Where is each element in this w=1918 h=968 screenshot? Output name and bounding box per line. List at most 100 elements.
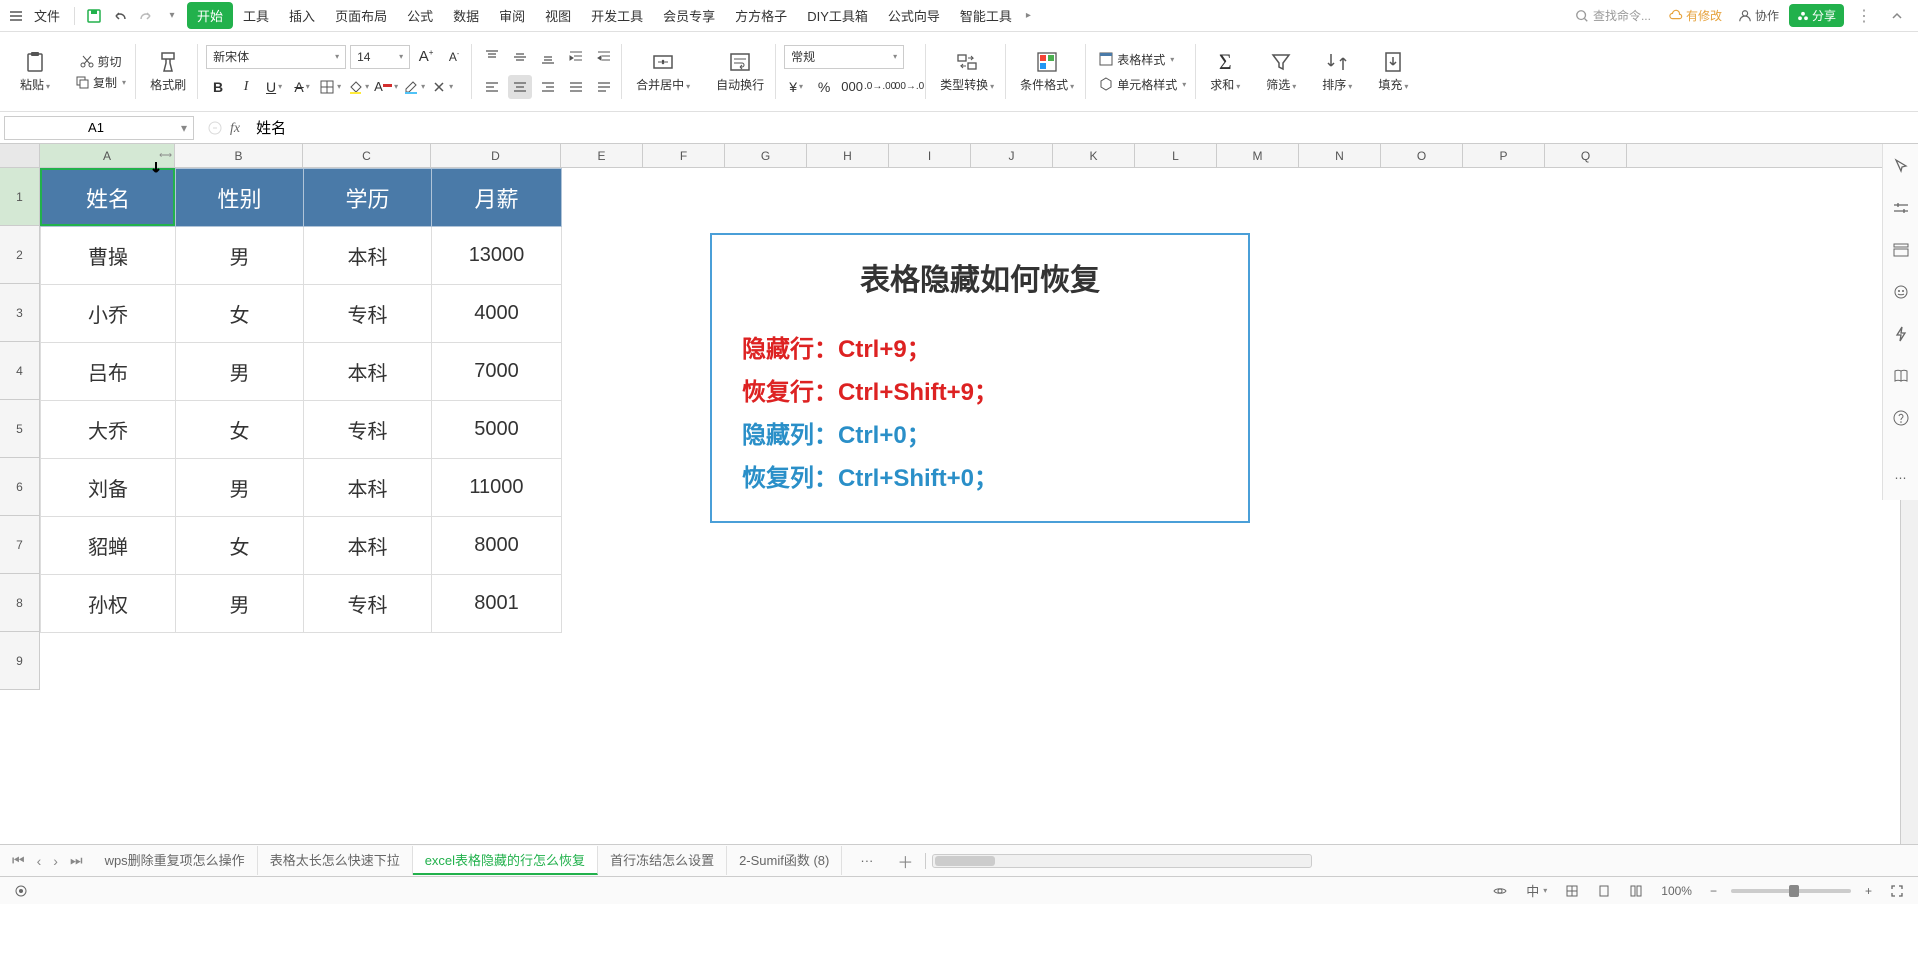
filter-button[interactable]: 筛选▾ [1260,48,1302,95]
book-icon[interactable] [1889,364,1913,388]
name-box-dropdown-icon[interactable]: ▾ [181,121,187,135]
table-cell[interactable]: 4000 [432,285,562,343]
number-format-select[interactable]: 常规▾ [784,45,904,69]
eye-mode-icon[interactable] [1488,883,1512,899]
table-cell[interactable]: 本科 [304,343,432,401]
sheet-last-icon[interactable]: ⏭ [66,850,87,871]
table-header[interactable]: 性别 [176,169,304,227]
zoom-value[interactable]: 100% [1657,884,1696,898]
sheet-tab-1[interactable]: 表格太长怎么快速下拉 [258,846,413,875]
menu-tab-13[interactable]: 智能工具 [950,2,1022,29]
table-cell[interactable]: 男 [176,227,304,285]
align-bottom-icon[interactable] [536,45,560,69]
increase-font-icon[interactable]: A+ [414,45,438,69]
zoom-in-icon[interactable]: + [1861,884,1876,898]
menu-tab-7[interactable]: 视图 [535,2,581,29]
fill-button[interactable]: 填充▾ [1372,48,1414,95]
formula-input[interactable] [248,119,1912,136]
column-header-F[interactable]: F [643,144,725,167]
redo-icon[interactable] [135,5,157,27]
sort-button[interactable]: 排序▾ [1316,48,1358,95]
column-header-A[interactable]: A⟷ [40,144,175,167]
percent-icon[interactable]: % [812,75,836,99]
record-macro-icon[interactable] [10,884,32,898]
zoom-mode-icon[interactable]: 中▾ [1522,881,1551,900]
table-cell[interactable]: 本科 [304,459,432,517]
highlight-icon[interactable]: ▾ [402,75,426,99]
table-cell[interactable]: 曹操 [41,227,176,285]
bold-icon[interactable]: B [206,75,230,99]
underline-icon[interactable]: U▾ [262,75,286,99]
column-header-O[interactable]: O [1381,144,1463,167]
column-header-K[interactable]: K [1053,144,1135,167]
align-top-icon[interactable] [480,45,504,69]
layers-icon[interactable] [1889,238,1913,262]
type-convert-button[interactable]: 类型转换▾ [934,48,1000,95]
lightning-icon[interactable] [1889,322,1913,346]
copy-button[interactable]: 复制▾ [70,72,130,93]
sheet-tab-0[interactable]: wps删除重复项怎么操作 [93,846,258,875]
currency-icon[interactable]: ¥▾ [784,75,808,99]
column-header-L[interactable]: L [1135,144,1217,167]
decrease-font-icon[interactable]: A- [442,45,466,69]
sheet-tab-4[interactable]: 2-Sumif函数 (8) [727,846,842,875]
table-cell[interactable]: 5000 [432,401,562,459]
merge-center-button[interactable]: 合并居中▾ [630,48,696,95]
row-header-3[interactable]: 3 [0,284,39,342]
table-cell[interactable]: 11000 [432,459,562,517]
row-header-6[interactable]: 6 [0,458,39,516]
fill-color-icon[interactable]: ▾ [346,75,370,99]
menu-tab-11[interactable]: DIY工具箱 [797,2,878,29]
view-normal-icon[interactable] [1561,884,1583,898]
table-cell[interactable]: 13000 [432,227,562,285]
sum-button[interactable]: Σ 求和▾ [1204,48,1246,95]
sheet-tab-3[interactable]: 首行冻结怎么设置 [598,846,727,875]
conditional-format-button[interactable]: 条件格式▾ [1014,48,1080,95]
decrease-indent-icon[interactable] [564,45,588,69]
collapse-ribbon-icon[interactable] [1884,9,1910,23]
name-box[interactable]: ▾ [4,116,194,140]
column-header-D[interactable]: D [431,144,561,167]
column-header-B[interactable]: B [175,144,303,167]
row-header-4[interactable]: 4 [0,342,39,400]
column-header-G[interactable]: G [725,144,807,167]
table-cell[interactable]: 吕布 [41,343,176,401]
view-page-icon[interactable] [1593,884,1615,898]
menu-tab-8[interactable]: 开发工具 [581,2,653,29]
view-pagebreak-icon[interactable] [1625,884,1647,898]
column-header-C[interactable]: C [303,144,431,167]
fullscreen-icon[interactable] [1886,884,1908,898]
sheet-next-icon[interactable]: › [49,851,62,871]
table-cell[interactable]: 8001 [432,575,562,633]
menu-tab-2[interactable]: 插入 [279,2,325,29]
name-box-input[interactable] [11,120,181,135]
table-cell[interactable]: 貂蝉 [41,517,176,575]
clear-format-icon[interactable]: ▾ [430,75,454,99]
table-cell[interactable]: 女 [176,401,304,459]
increase-decimal-icon[interactable]: .0→.00 [868,75,892,99]
menu-tab-5[interactable]: 数据 [443,2,489,29]
table-cell[interactable]: 孙权 [41,575,176,633]
menu-tab-1[interactable]: 工具 [233,2,279,29]
row-header-1[interactable]: 1 [0,168,39,226]
table-cell[interactable]: 本科 [304,517,432,575]
hamburger-icon[interactable] [8,8,24,24]
menu-tab-9[interactable]: 会员专享 [653,2,725,29]
table-cell[interactable]: 女 [176,285,304,343]
menu-tab-4[interactable]: 公式 [397,2,443,29]
table-header[interactable]: 学历 [304,169,432,227]
column-expand-icon[interactable]: ⟷ [159,150,172,161]
strikethrough-icon[interactable]: A▾ [290,75,314,99]
fx-icon[interactable]: fx [230,119,240,137]
italic-icon[interactable]: I [234,75,258,99]
collaboration-button[interactable]: 协作 [1732,5,1785,26]
column-header-I[interactable]: I [889,144,971,167]
column-header-M[interactable]: M [1217,144,1299,167]
table-cell[interactable]: 专科 [304,285,432,343]
undo-icon[interactable] [109,5,131,27]
sheet-first-icon[interactable]: ⏮ [8,850,29,871]
wrap-text-button[interactable]: 自动换行 [710,48,770,95]
row-header-8[interactable]: 8 [0,574,39,632]
align-center-icon[interactable] [508,75,532,99]
row-header-7[interactable]: 7 [0,516,39,574]
